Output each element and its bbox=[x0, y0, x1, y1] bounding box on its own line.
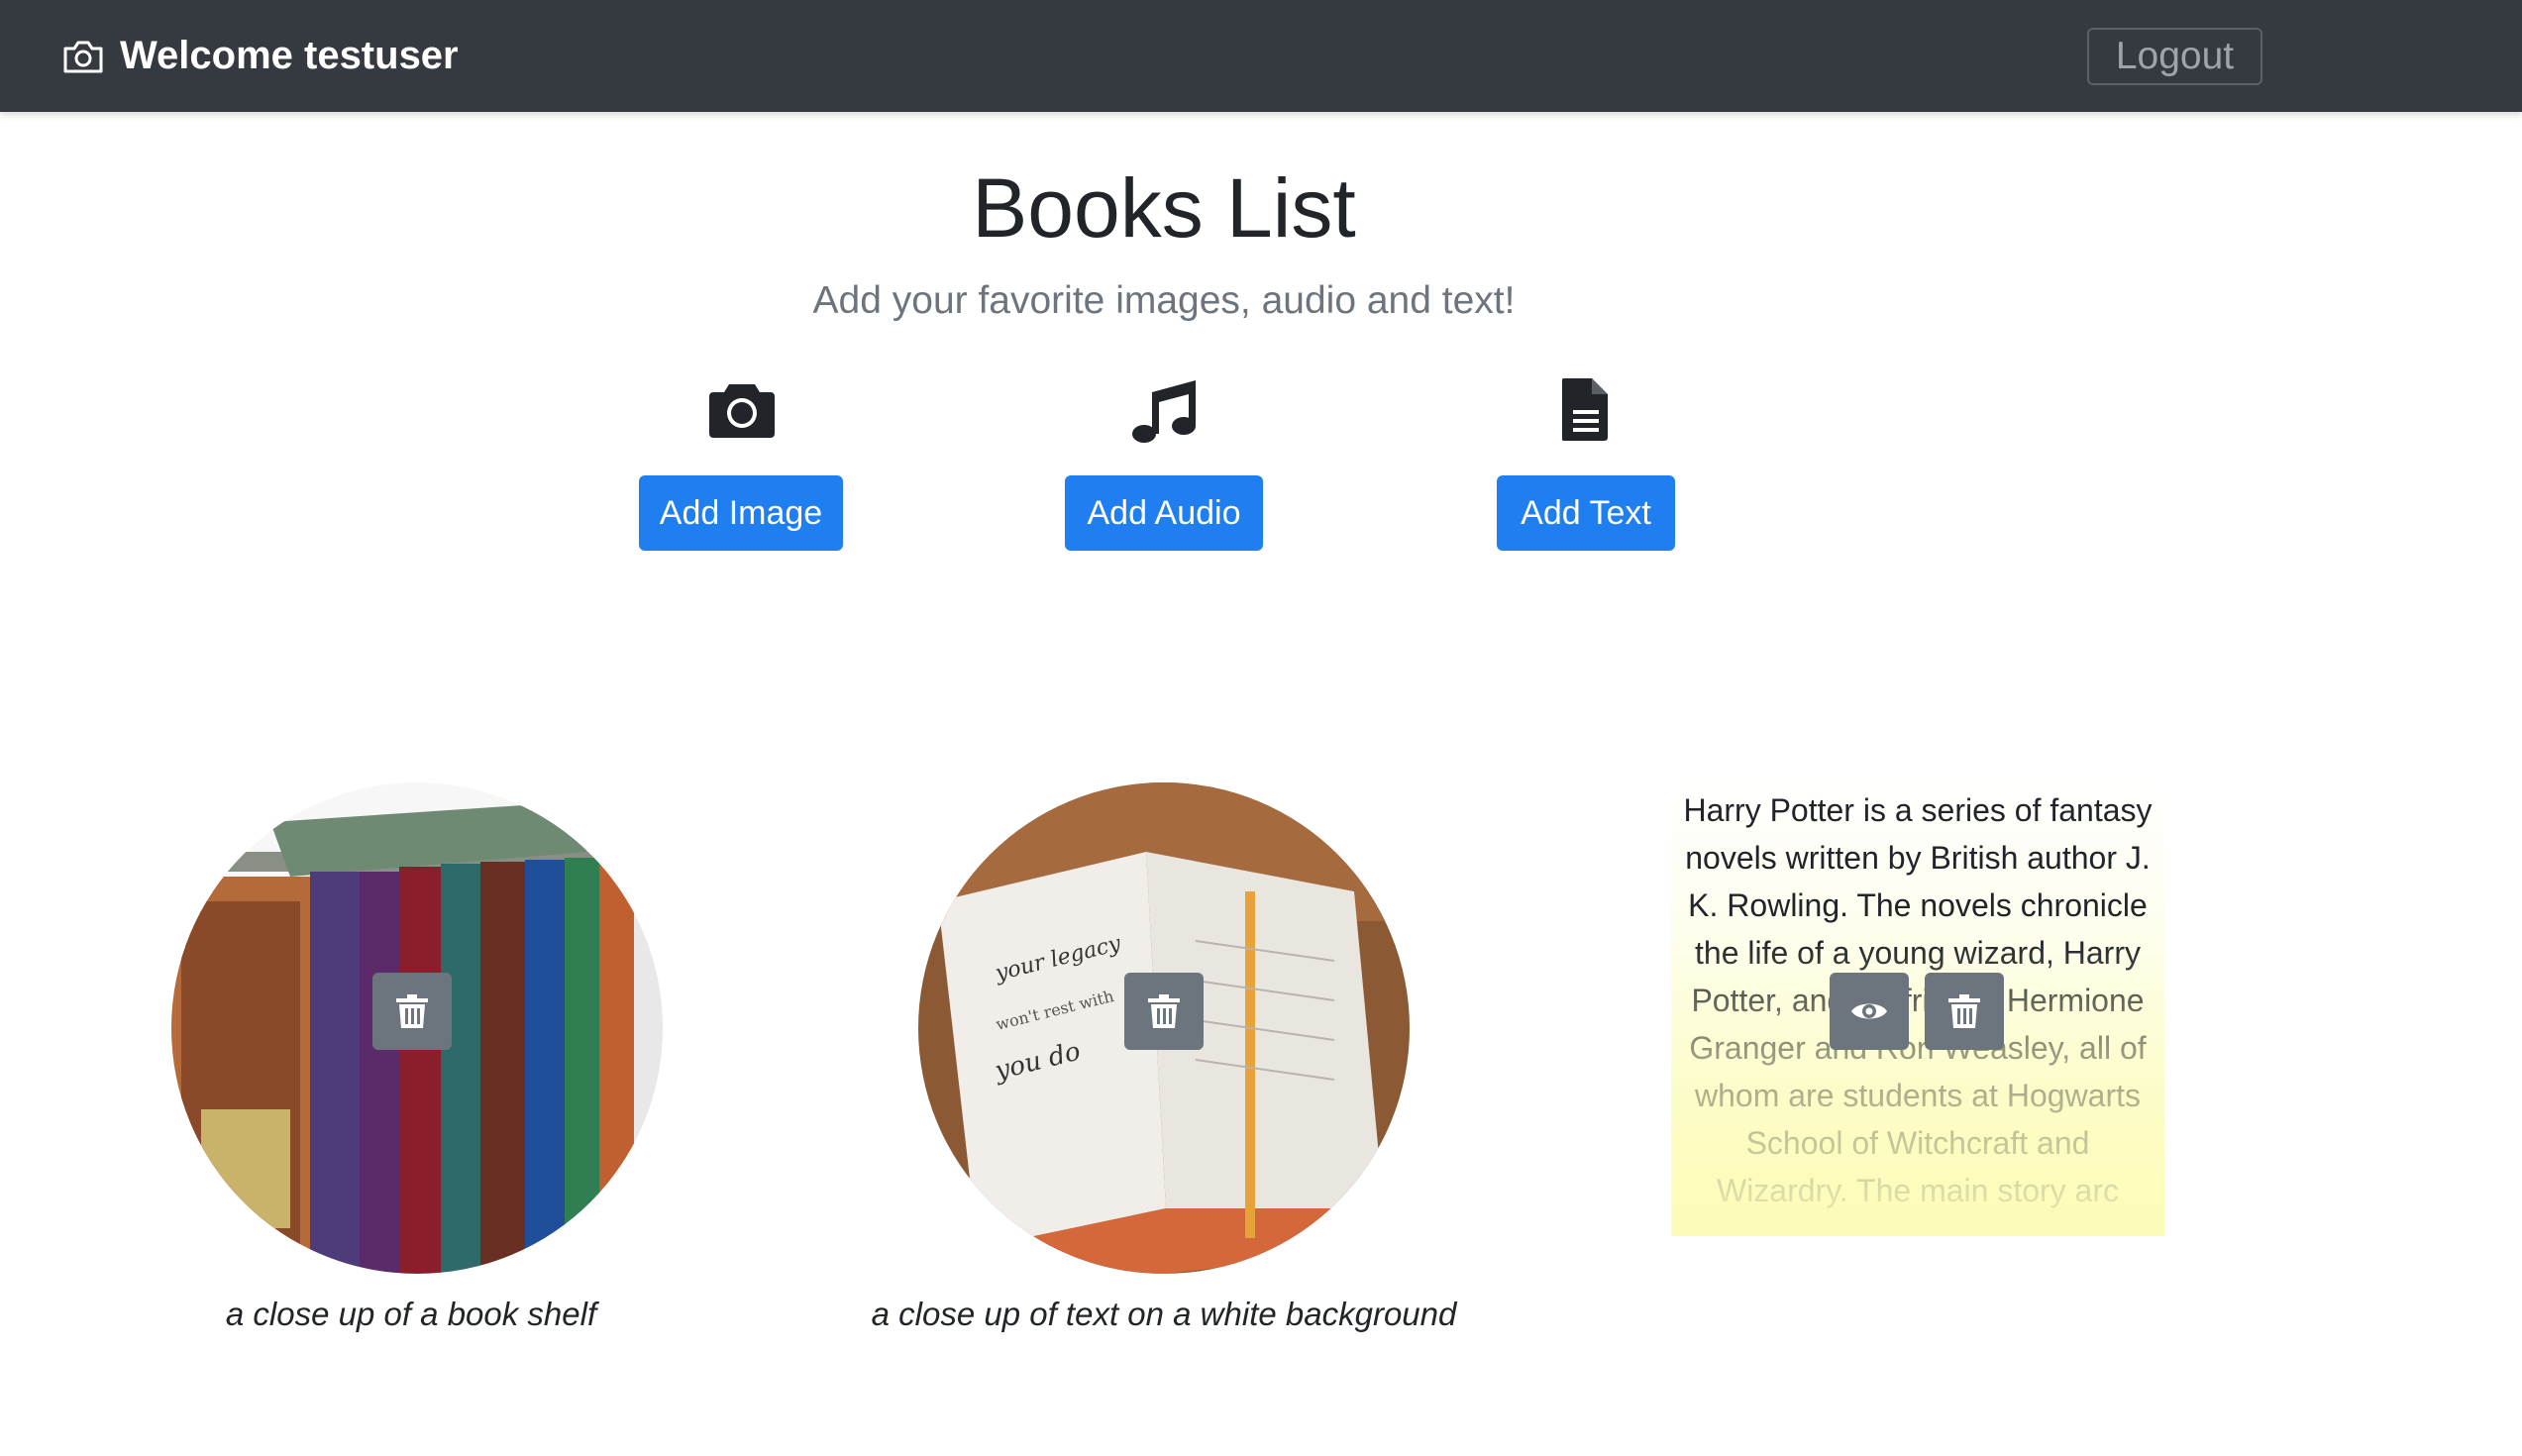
welcome-text: Welcome testuser bbox=[120, 34, 459, 77]
add-image-button[interactable]: Add Image bbox=[639, 475, 843, 551]
navbar: Welcome testuser Logout bbox=[0, 0, 2522, 112]
trash-icon bbox=[1948, 994, 1980, 1028]
add-audio-button[interactable]: Add Audio bbox=[1065, 475, 1263, 551]
document-icon bbox=[1562, 378, 1608, 441]
image-caption: a close up of a book shelf bbox=[225, 1296, 597, 1332]
camera-icon bbox=[709, 384, 775, 438]
text-card: Harry Potter is a series of fantasy nove… bbox=[1671, 782, 2164, 1236]
delete-image-button[interactable] bbox=[372, 973, 452, 1050]
image-caption: a close up of text on a white background bbox=[871, 1296, 1457, 1332]
delete-text-button[interactable] bbox=[1925, 973, 2004, 1050]
eye-icon bbox=[1851, 1003, 1887, 1019]
page-title: Books List bbox=[972, 161, 1356, 255]
delete-image-button[interactable] bbox=[1124, 973, 1204, 1050]
logout-button[interactable]: Logout bbox=[2087, 28, 2262, 85]
add-text-button[interactable]: Add Text bbox=[1497, 475, 1675, 551]
view-text-button[interactable] bbox=[1830, 973, 1909, 1050]
trash-icon bbox=[1148, 994, 1180, 1028]
camera-icon bbox=[63, 41, 103, 73]
text-card-body: Harry Potter is a series of fantasy nove… bbox=[1683, 792, 2153, 1208]
trash-icon bbox=[396, 994, 428, 1028]
music-note-icon bbox=[1132, 380, 1196, 443]
page-subtitle: Add your favorite images, audio and text… bbox=[812, 279, 1516, 322]
